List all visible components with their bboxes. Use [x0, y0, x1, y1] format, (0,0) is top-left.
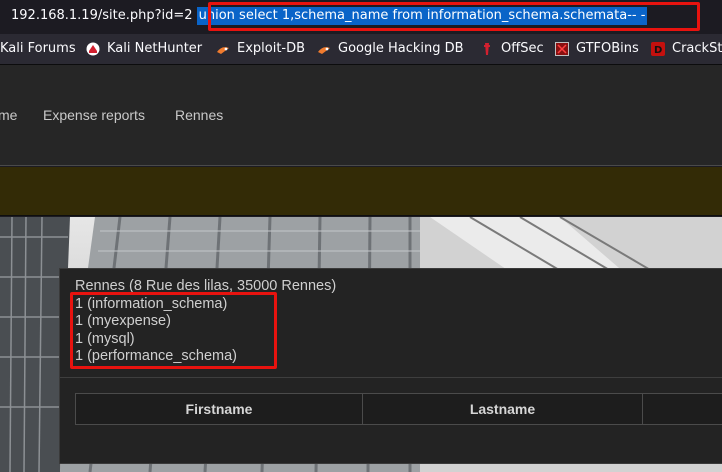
offsec-icon	[480, 42, 494, 56]
svg-text:D: D	[654, 45, 662, 56]
bookmark-label: Google Hacking DB	[338, 41, 464, 56]
results-highlight-box	[70, 292, 277, 369]
ghdb-icon	[317, 42, 331, 56]
bookmark-gtfobins[interactable]: GTFOBins	[555, 41, 639, 56]
bookmark-offsec[interactable]: OffSec	[480, 41, 544, 56]
bookmark-kali-nethunter[interactable]: Kali NetHunter	[86, 41, 202, 56]
bookmark-ghdb[interactable]: Google Hacking DB	[317, 41, 464, 56]
crackstation-icon: D	[651, 41, 665, 56]
banner-bar	[0, 167, 722, 216]
gtfobins-icon	[555, 41, 569, 56]
employees-table-header: Firstname Lastname	[75, 393, 722, 425]
url-bar[interactable]: 192.168.1.19/site.php?id=2 union select …	[0, 0, 722, 34]
nav-link-partial[interactable]: me	[0, 107, 17, 123]
url-highlight-box	[208, 2, 700, 31]
bookmark-label: GTFOBins	[576, 41, 639, 56]
panel-divider	[60, 377, 722, 378]
bookmarks-toolbar: Kali Forums Kali NetHunter Exploit-DB Go…	[0, 34, 722, 65]
bookmark-exploit-db[interactable]: Exploit-DB	[216, 41, 305, 56]
bookmark-crackstation[interactable]: D CrackSt	[651, 41, 722, 56]
nav-link-expense-reports[interactable]: Expense reports	[43, 107, 145, 123]
bookmark-label: Kali NetHunter	[107, 41, 203, 56]
nav-link-rennes[interactable]: Rennes	[175, 107, 223, 123]
column-divider	[642, 394, 643, 424]
bookmark-label: Kali Forums	[0, 41, 76, 56]
column-header-lastname[interactable]: Lastname	[363, 394, 642, 424]
bookmark-kali-forums[interactable]: Kali Forums	[0, 41, 76, 56]
bookmark-label: Exploit-DB	[237, 41, 306, 56]
url-base[interactable]: 192.168.1.19/site.php?id=2	[11, 8, 197, 23]
bookmark-label: CrackSt	[672, 41, 722, 56]
exploit-db-icon	[216, 42, 230, 56]
kali-nethunter-icon	[86, 42, 100, 56]
site-navbar: me Expense reports Rennes	[0, 65, 722, 166]
column-header-firstname[interactable]: Firstname	[76, 394, 362, 424]
bookmark-label: OffSec	[501, 41, 544, 56]
